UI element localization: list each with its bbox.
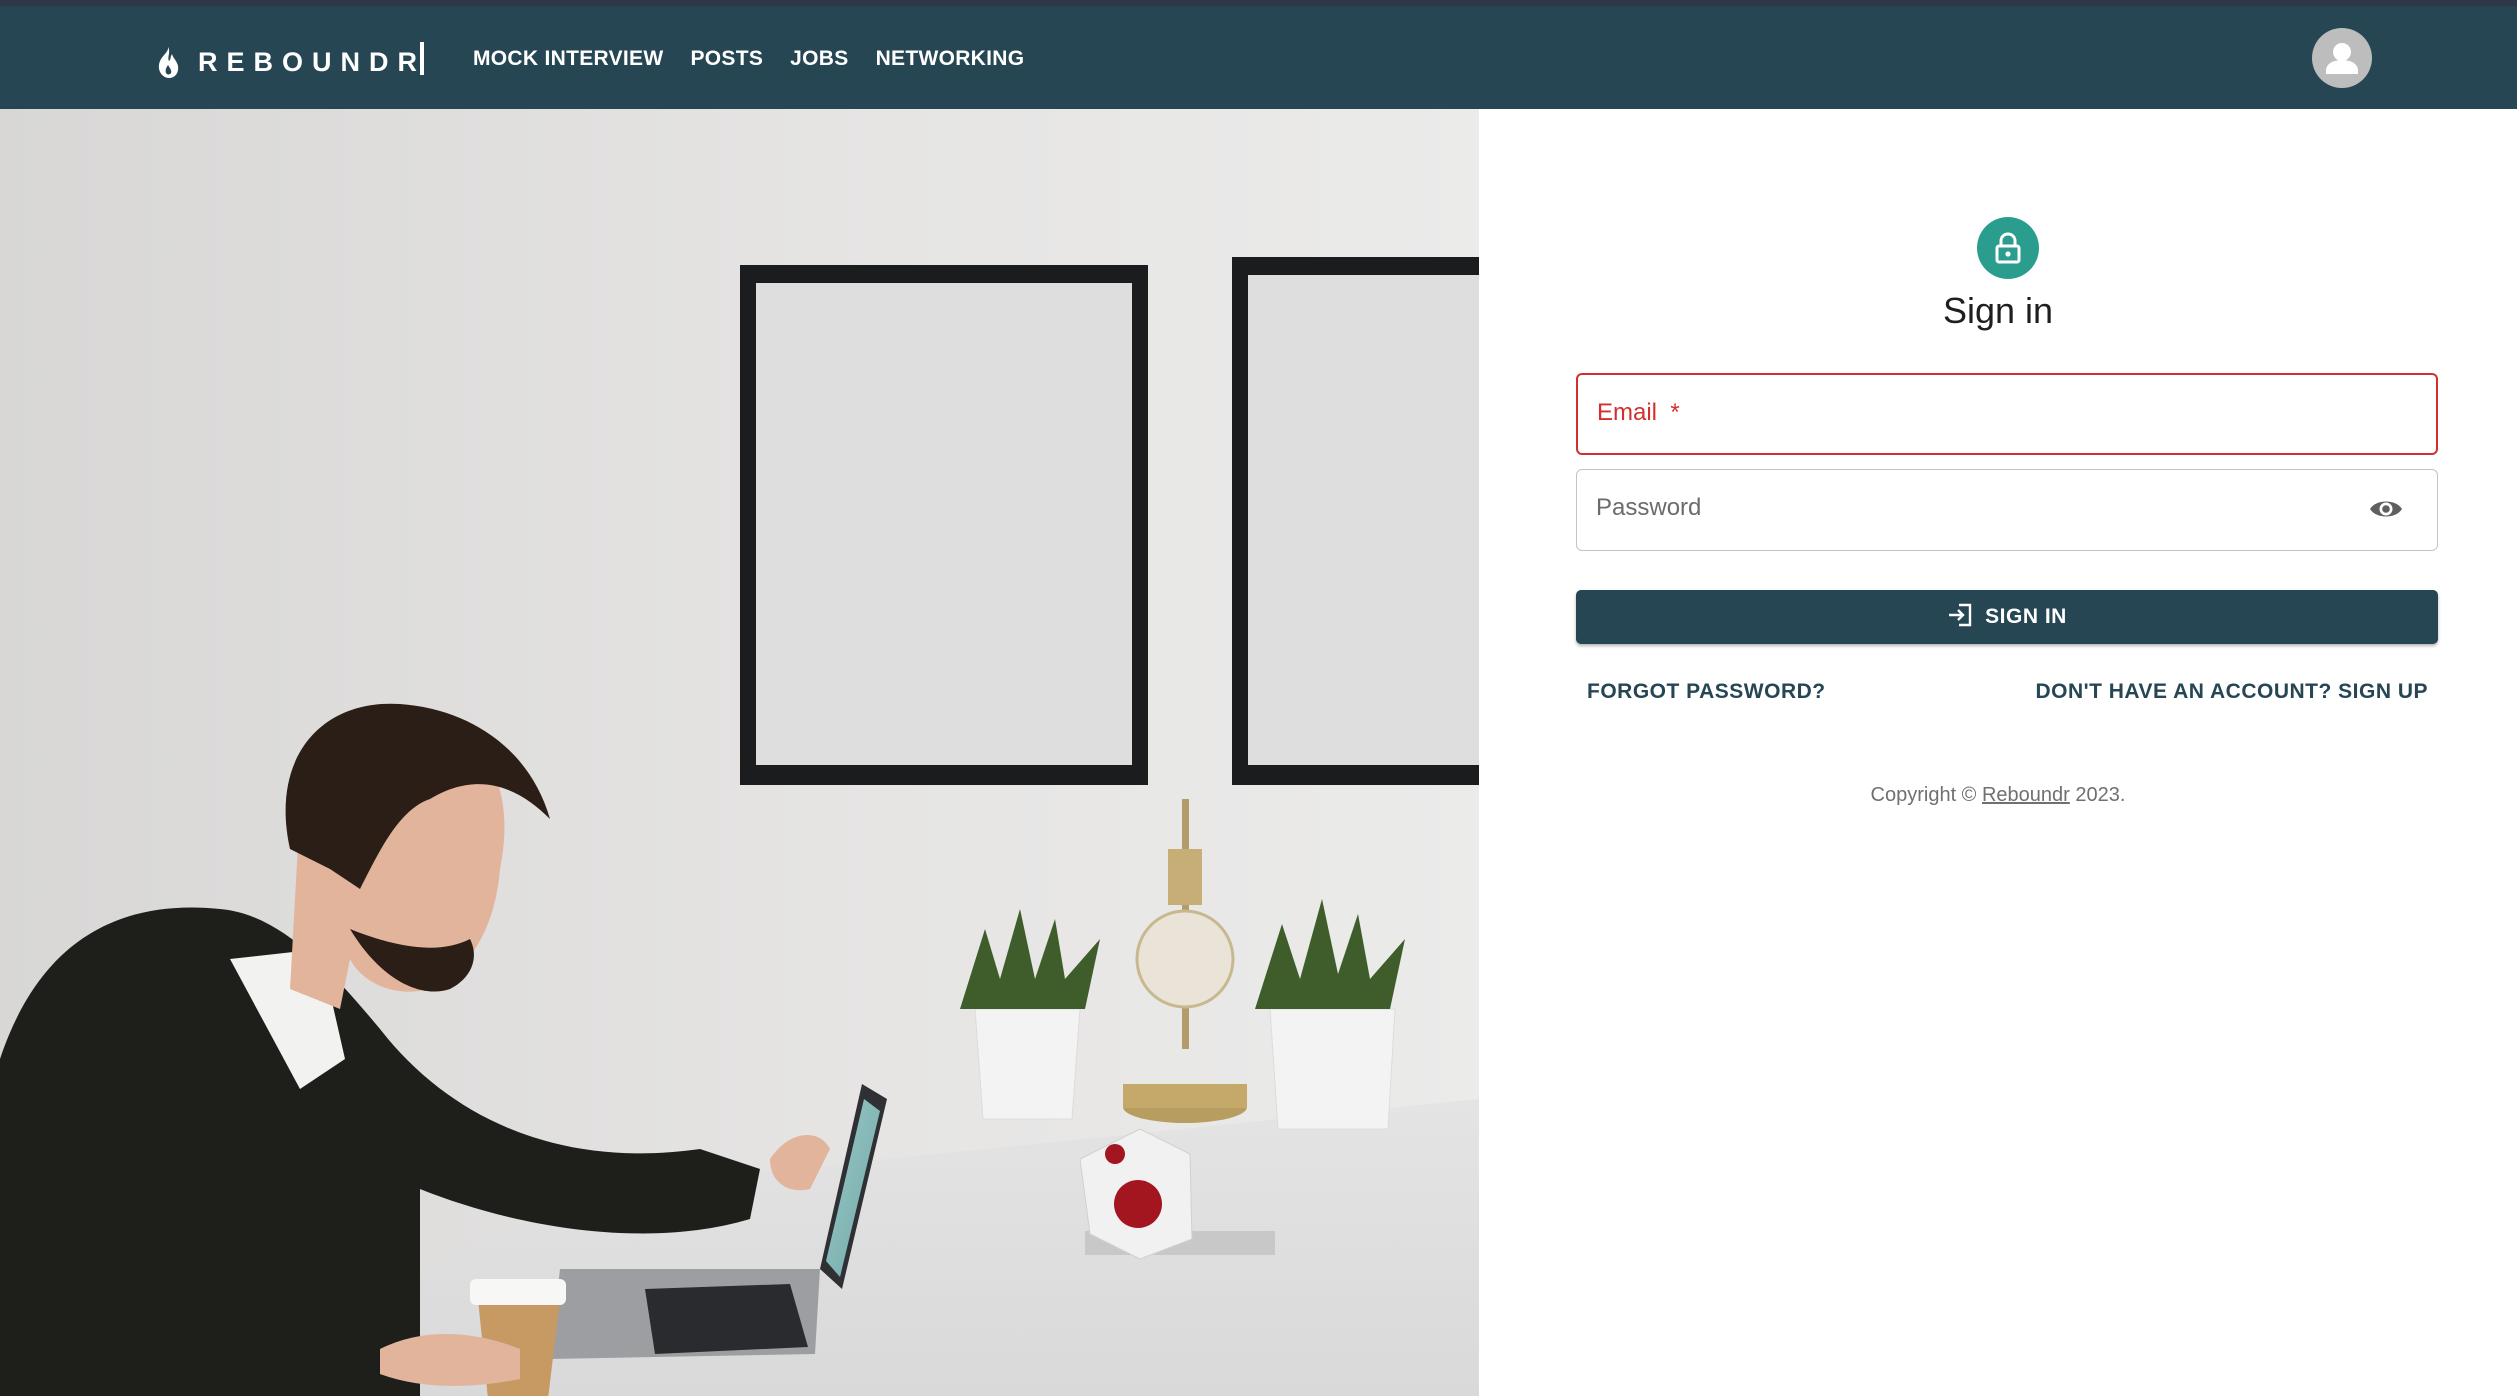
copyright-prefix: Copyright © xyxy=(1870,784,1977,806)
signin-title: Sign in xyxy=(1942,290,2054,331)
brand-separator xyxy=(420,42,424,75)
copyright-year: 2023. xyxy=(2075,784,2126,806)
email-input[interactable] xyxy=(1578,375,2436,453)
signin-button-label: SIGN IN xyxy=(1985,605,2067,628)
flame-icon xyxy=(154,45,182,79)
copyright-link[interactable]: Reboundr xyxy=(1982,784,2070,806)
password-field[interactable]: Password xyxy=(1576,469,2438,551)
forgot-password-link[interactable]: FORGOT PASSWORD? xyxy=(1587,680,1826,704)
brand-name: REBOUNDR xyxy=(198,46,427,77)
nav-posts[interactable]: POSTS xyxy=(690,42,763,76)
nav-networking[interactable]: NETWORKING xyxy=(876,42,1025,76)
email-field[interactable]: Email * xyxy=(1576,373,2438,455)
eye-icon[interactable] xyxy=(2368,495,2404,523)
signin-button[interactable]: SIGN IN xyxy=(1576,590,2438,644)
password-input[interactable] xyxy=(1577,470,2437,550)
main-nav: MOCK INTERVIEW POSTS JOBS NETWORKING xyxy=(473,42,1051,76)
nav-jobs[interactable]: JOBS xyxy=(790,42,848,76)
lock-icon xyxy=(1977,217,2039,279)
user-avatar-icon[interactable] xyxy=(2312,28,2372,88)
login-icon xyxy=(1947,603,1973,632)
person-working-at-laptop-photo xyxy=(0,109,1479,1396)
brand-logo[interactable]: REBOUNDR xyxy=(154,39,426,85)
copyright-text: Copyright © Reboundr 2023. xyxy=(1479,784,2517,807)
nav-mock-interview[interactable]: MOCK INTERVIEW xyxy=(473,42,663,76)
signup-link[interactable]: DON'T HAVE AN ACCOUNT? SIGN UP xyxy=(2035,680,2428,704)
navbar: REBOUNDR MOCK INTERVIEW POSTS JOBS NETWO… xyxy=(0,6,2517,109)
